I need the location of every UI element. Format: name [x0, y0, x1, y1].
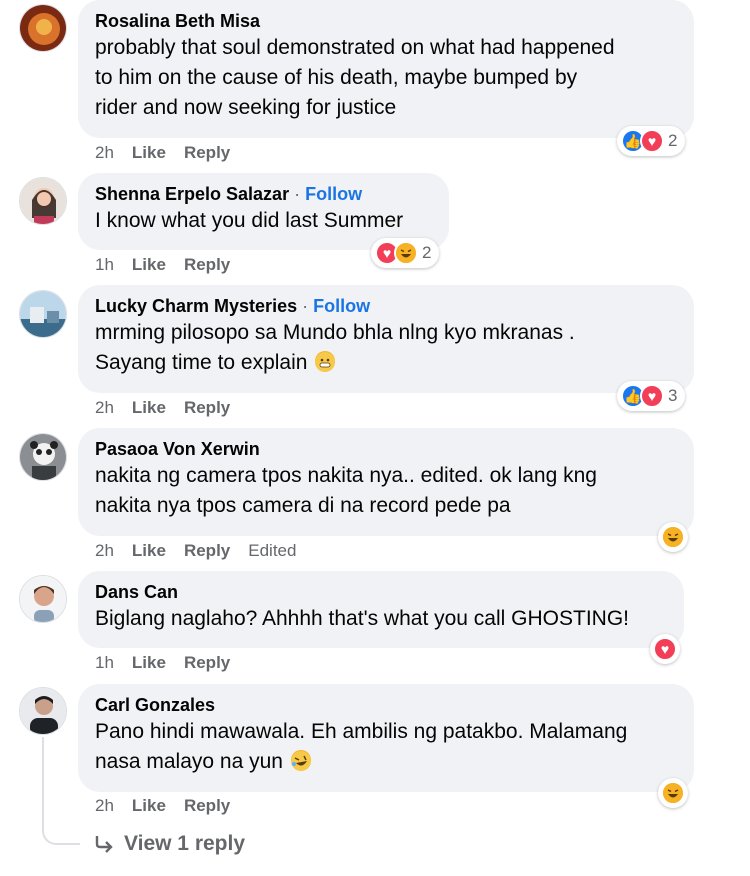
comment-actions: 2h Like Reply [95, 796, 230, 816]
comment-text-line: I know what you did last Summer [95, 209, 404, 232]
reply-button[interactable]: Reply [184, 541, 230, 561]
separator-dot: · [302, 296, 309, 316]
avatar-image-icon [20, 434, 66, 480]
comment-author[interactable]: Rosalina Beth Misa [95, 9, 678, 33]
comment-bubble: Dans Can Biglang naglaho? Ahhhh that's w… [78, 571, 684, 648]
comment-author[interactable]: Lucky Charm Mysteries · Follow [95, 294, 678, 318]
view-replies-button[interactable]: View 1 reply [94, 832, 245, 856]
timestamp[interactable]: 2h [95, 143, 114, 163]
reaction-summary[interactable]: ♥ 2 [371, 238, 440, 268]
like-button[interactable]: Like [132, 255, 166, 275]
comment-actions: 2h Like Reply [95, 398, 230, 418]
timestamp[interactable]: 2h [95, 796, 114, 816]
view-replies-label[interactable]: View 1 reply [124, 832, 245, 856]
reply-thread-line [42, 737, 80, 845]
comment-text-line: probably that soul demonstrated on what … [95, 36, 615, 59]
heart-icon: ♥ [640, 129, 664, 153]
comment-text-line: mrming pilosopo sa Mundo bhla nlng kyo m… [95, 321, 575, 344]
reply-button[interactable]: Reply [184, 653, 230, 673]
haha-icon [661, 525, 685, 549]
comment-text: I know what you did last Summer [95, 206, 433, 236]
comment-text-line: rider and now seeking for justice [95, 96, 397, 119]
comment-text-line: nakita nya tpos camera di na record pede… [95, 494, 511, 517]
comment-text-span: Sayang time to explain [95, 351, 308, 374]
comment-text: mrming pilosopo sa Mundo bhla nlng kyo m… [95, 318, 678, 378]
comment-text-line: to him on the cause of his death, maybe … [95, 66, 578, 89]
avatar-image-icon [20, 688, 66, 734]
avatar[interactable] [19, 290, 67, 338]
heart-icon: ♥ [640, 384, 664, 408]
comment-bubble: Lucky Charm Mysteries · Follow mrming pi… [78, 285, 694, 393]
comment-bubble: Pasaoa Von Xerwin nakita ng camera tpos … [78, 428, 694, 536]
reaction-summary[interactable]: 👍 ♥ 3 [617, 381, 686, 411]
separator-dot: · [294, 184, 301, 204]
reaction-count: 2 [668, 131, 678, 150]
reply-button[interactable]: Reply [184, 255, 230, 275]
author-name[interactable]: Lucky Charm Mysteries [95, 296, 297, 316]
avatar-image-icon [20, 178, 66, 224]
timestamp[interactable]: 2h [95, 541, 114, 561]
comment-author[interactable]: Shenna Erpelo Salazar · Follow [95, 182, 433, 206]
comment-author[interactable]: Dans Can [95, 580, 668, 604]
haha-icon [661, 781, 685, 805]
comment-text: nakita ng camera tpos nakita nya.. edite… [95, 461, 678, 521]
like-button[interactable]: Like [132, 143, 166, 163]
comment-bubble: Rosalina Beth Misa probably that soul de… [78, 0, 694, 138]
avatar[interactable] [19, 177, 67, 225]
comment-actions: 2h Like Reply [95, 143, 230, 163]
follow-button[interactable]: Follow [313, 296, 370, 316]
like-button[interactable]: Like [132, 398, 166, 418]
reaction-count: 3 [668, 386, 678, 405]
avatar[interactable] [19, 575, 67, 623]
reaction-summary[interactable] [658, 778, 688, 808]
timestamp[interactable]: 2h [95, 398, 114, 418]
edited-label[interactable]: Edited [248, 541, 296, 561]
like-button[interactable]: Like [132, 653, 166, 673]
author-name[interactable]: Shenna Erpelo Salazar [95, 184, 289, 204]
timestamp[interactable]: 1h [95, 255, 114, 275]
avatar[interactable] [19, 687, 67, 735]
comment-author[interactable]: Carl Gonzales [95, 693, 678, 717]
like-button[interactable]: Like [132, 541, 166, 561]
reply-arrow-icon [95, 836, 113, 853]
reaction-summary[interactable]: 👍 ♥ 2 [617, 126, 686, 156]
comment-text-line: nakita ng camera tpos nakita nya.. edite… [95, 464, 597, 487]
comment-actions: 1h Like Reply [95, 653, 230, 673]
comment-text-span: nasa malayo na yun [95, 750, 283, 773]
grin-emoji-icon [315, 351, 336, 372]
comment-text-line: nasa malayo na yun [95, 747, 678, 777]
comment-text-line: Pano hindi mawawala. Eh ambilis ng patak… [95, 720, 628, 743]
reply-button[interactable]: Reply [184, 398, 230, 418]
reply-button[interactable]: Reply [184, 796, 230, 816]
reaction-count: 2 [422, 243, 432, 262]
heart-icon: ♥ [653, 637, 677, 661]
avatar-image-icon [20, 291, 66, 337]
rofl-emoji-icon [290, 750, 311, 771]
comment-actions: 1h Like Reply [95, 255, 230, 275]
avatar-image-icon [20, 576, 66, 622]
comment-actions: 2h Like Reply Edited [95, 541, 296, 561]
comment-bubble: Carl Gonzales Pano hindi mawawala. Eh am… [78, 684, 694, 792]
like-button[interactable]: Like [132, 796, 166, 816]
avatar[interactable] [19, 433, 67, 481]
comment-author[interactable]: Pasaoa Von Xerwin [95, 437, 678, 461]
reaction-summary[interactable] [658, 522, 688, 552]
avatar[interactable] [19, 4, 67, 52]
comment-text: Biglang naglaho? Ahhhh that's what you c… [95, 604, 668, 634]
comment-text-line: Sayang time to explain [95, 348, 678, 378]
timestamp[interactable]: 1h [95, 653, 114, 673]
follow-button[interactable]: Follow [305, 184, 362, 204]
comment-text: probably that soul demonstrated on what … [95, 33, 678, 123]
avatar-image-icon [20, 5, 66, 51]
comment-text: Pano hindi mawawala. Eh ambilis ng patak… [95, 717, 678, 777]
reply-button[interactable]: Reply [184, 143, 230, 163]
haha-icon [394, 241, 418, 265]
comment-text-line: Biglang naglaho? Ahhhh that's what you c… [95, 607, 629, 630]
reaction-summary[interactable]: ♥ [650, 634, 680, 664]
